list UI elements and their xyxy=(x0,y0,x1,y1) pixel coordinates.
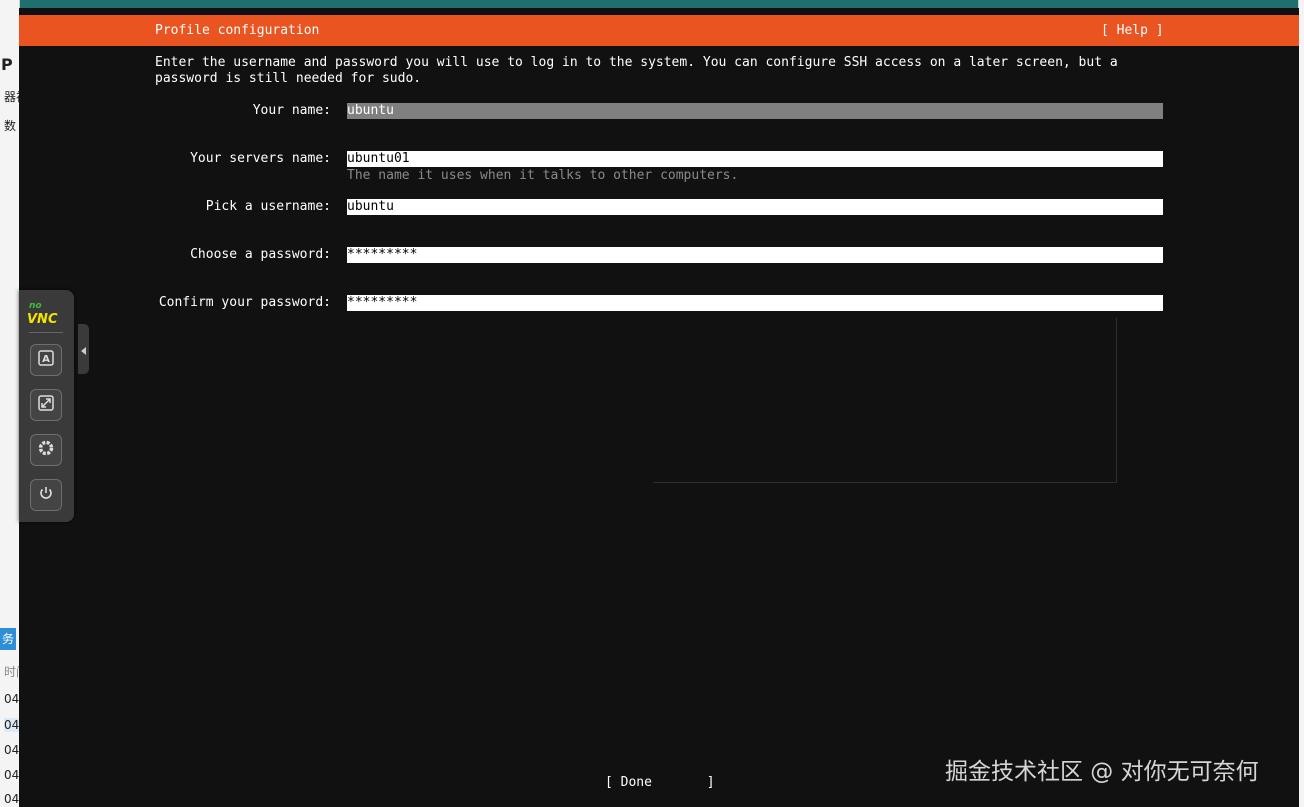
password-label: Choose a password: xyxy=(190,247,331,262)
intro-text: Enter the username and password you will… xyxy=(155,55,1126,86)
svg-text:A: A xyxy=(42,354,50,365)
power-icon xyxy=(37,484,55,506)
host-button-fragment[interactable]: 务 xyxy=(0,628,16,650)
host-page-left-fragment: P 器视 数 务 时间 04 04 04 04 04 xyxy=(0,0,20,807)
vnc-screen[interactable]: Profile configuration [ Help ] Enter the… xyxy=(19,8,1299,807)
confirm-password-label: Confirm your password: xyxy=(158,295,331,310)
host-text-fragment: 时间 xyxy=(4,665,19,679)
power-button[interactable] xyxy=(30,479,62,511)
novnc-logo: no VNC xyxy=(27,301,58,327)
password-input[interactable] xyxy=(347,247,1163,263)
watermark: 掘金技术社区 @ 对你无可奈何 xyxy=(945,759,1259,785)
fullscreen-icon xyxy=(37,394,55,416)
ghost-window-outline xyxy=(653,318,1117,483)
page-title: Profile configuration xyxy=(155,23,320,38)
username-label: Pick a username: xyxy=(205,199,331,214)
username-input[interactable] xyxy=(347,199,1163,215)
confirm-password-input[interactable] xyxy=(347,295,1163,311)
chevron-left-icon xyxy=(80,340,87,359)
host-text-fragment: 04 xyxy=(4,692,20,706)
host-text-fragment: 04 xyxy=(4,792,20,806)
keyboard-button[interactable]: A xyxy=(30,344,62,376)
settings-button[interactable] xyxy=(30,434,62,466)
keyboard-icon: A xyxy=(37,349,55,371)
host-text-fragment: 04 xyxy=(4,743,20,757)
gear-icon xyxy=(36,438,56,462)
fullscreen-button[interactable] xyxy=(30,389,62,421)
servers-name-label: Your servers name: xyxy=(190,151,331,166)
title-bar: Profile configuration [ Help ] xyxy=(19,15,1299,46)
done-button[interactable]: [ Done ] xyxy=(605,775,715,791)
your-name-label: Your name: xyxy=(252,103,331,118)
host-text-fragment: 器视 xyxy=(4,90,19,104)
host-text-fragment: P xyxy=(1,55,13,74)
novnc-collapse-handle[interactable] xyxy=(78,324,89,374)
novnc-control-bar: no VNC A xyxy=(19,290,74,522)
host-text-fragment: 04 xyxy=(4,768,20,782)
host-text-fragment: 数 xyxy=(4,119,17,133)
help-button[interactable]: [ Help ] xyxy=(1101,23,1164,38)
your-name-input[interactable] xyxy=(347,103,1163,119)
servers-name-hint: The name it uses when it talks to other … xyxy=(347,168,739,183)
servers-name-input[interactable] xyxy=(347,151,1163,167)
divider xyxy=(29,332,63,333)
host-browser-top-strip xyxy=(0,0,1304,8)
host-text-fragment: 04 xyxy=(4,718,20,732)
